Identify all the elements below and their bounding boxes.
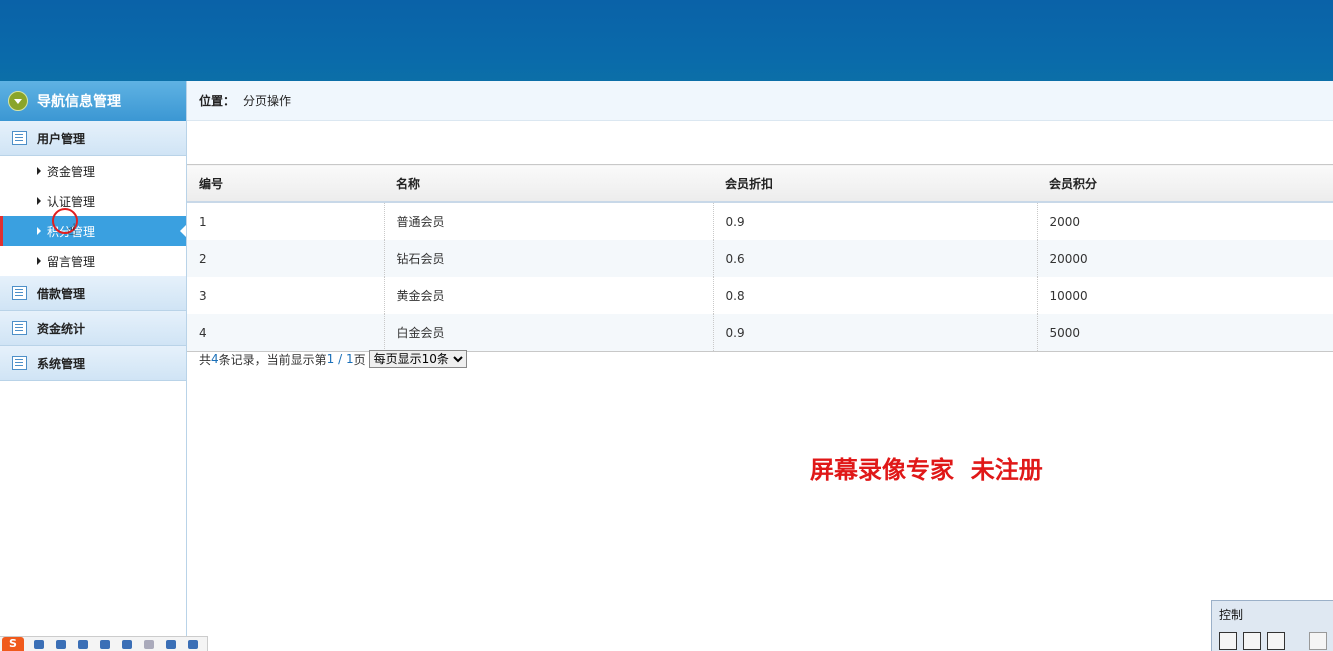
table-cell: 3 [187,277,385,314]
skip-icon[interactable] [1309,632,1327,650]
pause-icon[interactable] [1243,632,1261,650]
table-row[interactable]: 1 普通会员 0.9 2000 [187,202,1333,240]
chevron-down-icon [8,91,28,111]
punctuation-icon[interactable] [56,640,66,649]
pagination: 共 4 条记录，当前显示第 1 / 1 页 每页显示10条 [199,350,467,368]
hand-cursor-icon: ☝ [67,220,77,239]
caret-right-icon [37,197,41,205]
table-cell: 5000 [1037,314,1333,352]
caret-right-icon [37,227,41,235]
table-cell: 0.9 [713,314,1038,352]
table-cell: 0.6 [713,240,1038,277]
top-banner [0,0,1333,81]
play-icon[interactable] [1219,632,1237,650]
table-cell: 黄金会员 [384,277,714,314]
pager-middle: 条记录，当前显示第 [218,352,327,367]
table-cell: 20000 [1037,240,1333,277]
list-icon [12,131,27,145]
stop-icon[interactable] [1267,632,1285,650]
sidebar-item-label: 认证管理 [47,194,96,209]
sidebar-item-funds[interactable]: 资金管理 [0,156,186,186]
column-header[interactable]: 名称 [384,164,713,203]
table-cell: 2000 [1049,214,1081,229]
table-row[interactable]: 2 钻石会员 0.6 20000 [187,240,1333,277]
ime-toolbar: S [0,636,208,651]
breadcrumb-label: 位置： [199,94,236,108]
watermark: 屏幕录像专家 未注册 [810,455,1043,484]
keyboard-icon[interactable] [122,640,132,649]
chinese-mode-icon[interactable] [34,640,44,649]
sidebar-item-points[interactable]: 积分管理 [0,216,186,246]
sidebar-header-title: 导航信息管理 [37,94,121,110]
control-panel-title: 控制 [1219,608,1244,622]
voice-icon[interactable] [100,640,110,649]
list-icon [12,321,27,335]
list-icon [12,286,27,300]
list-icon [12,356,27,370]
sidebar-group-label: 资金统计 [37,321,86,336]
toolbox-icon[interactable] [188,640,198,649]
skin-icon[interactable] [166,640,176,649]
page-size-select[interactable]: 每页显示10条 [368,350,467,368]
sidebar-item-certification[interactable]: 认证管理 [0,186,186,216]
column-header[interactable]: 编号 [187,164,384,203]
column-header[interactable]: 会员积分 [1037,164,1333,203]
sidebar-group-fund-statistics[interactable]: 资金统计 [0,311,186,346]
breadcrumb-value: 分页操作 [243,94,292,108]
table-cell: 0.9 [713,202,1038,240]
table-cell: 普通会员 [384,202,714,240]
pager-prefix: 共 [199,352,212,367]
pager-total: 4 [211,352,219,366]
recorder-control-panel: 控制 [1211,600,1333,651]
table-row[interactable]: 3 黄金会员 0.8 10000 [187,277,1333,314]
table-header-row: 编号 名称 会员折扣 会员积分 [187,164,1333,203]
user-icon[interactable] [144,640,154,649]
emoji-icon[interactable] [78,640,88,649]
sidebar-group-system-management[interactable]: 系统管理 [0,346,186,381]
pager-suffix: 页 [353,352,366,367]
sidebar-item-label: 资金管理 [47,164,96,179]
sidebar-item-messages[interactable]: 留言管理 [0,246,186,276]
table-cell: 0.8 [713,277,1038,314]
sidebar-group-label: 用户管理 [37,131,86,146]
table-cell: 1 [187,202,385,240]
breadcrumb: 位置： 分页操作 [187,81,1333,121]
table-cell: 4 [187,314,385,352]
table-cell: 白金会员 [384,314,714,352]
sidebar-group-user-management[interactable]: 用户管理 [0,121,186,156]
caret-right-icon [37,167,41,175]
caret-right-icon [37,257,41,265]
sidebar-header[interactable]: 导航信息管理 [0,81,186,121]
ime-logo-icon[interactable]: S [2,637,24,651]
sidebar-group-label: 系统管理 [37,356,86,371]
column-header[interactable]: 会员折扣 [713,164,1037,203]
table-row[interactable]: 4 白金会员 0.9 5000 [187,314,1333,352]
sidebar-item-label: 留言管理 [47,254,96,269]
table-cell: 2 [187,240,385,277]
pager-page: 1 / 1 [326,352,354,366]
table-cell: 10000 [1049,288,1088,303]
table-cell: 钻石会员 [384,240,714,277]
sidebar: 导航信息管理 用户管理 资金管理 认证管理 积分管理 留言管理 借款管理 资金统… [0,81,187,650]
member-table: 编号 名称 会员折扣 会员积分 1 普通会员 0.9 2000 2 钻石会员 0… [187,164,1333,352]
sidebar-group-label: 借款管理 [37,286,86,301]
sidebar-group-loan-management[interactable]: 借款管理 [0,276,186,311]
